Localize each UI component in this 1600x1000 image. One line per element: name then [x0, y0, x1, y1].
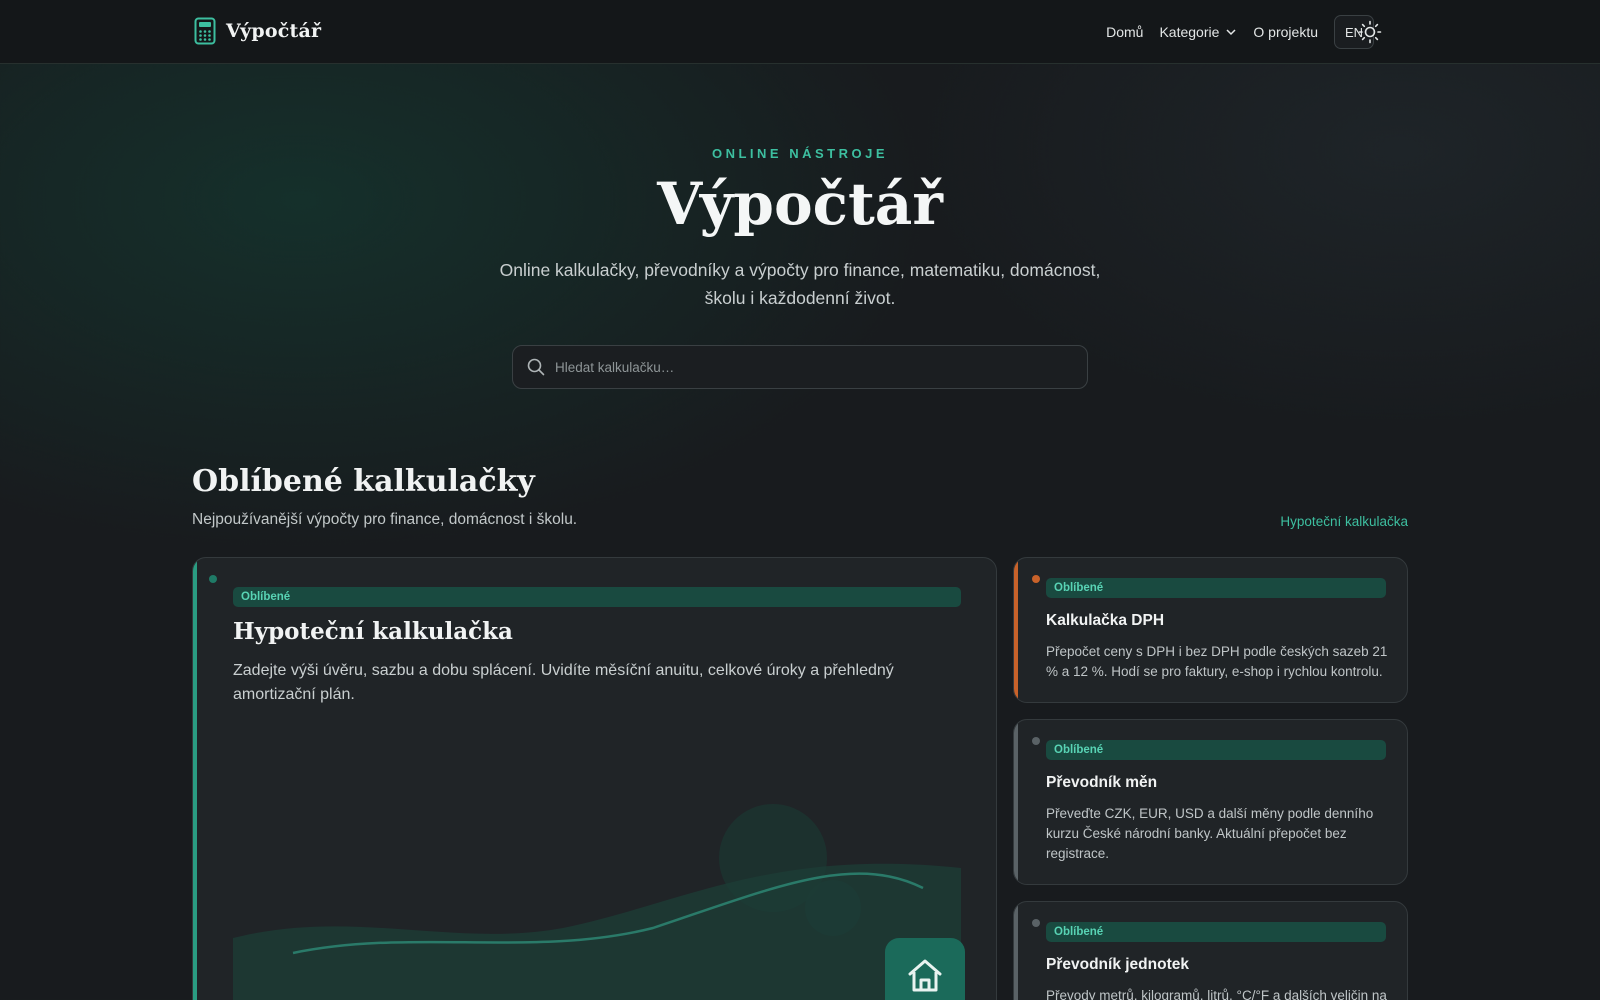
card-dot — [1032, 919, 1040, 927]
card-badge: Oblíbené — [1046, 922, 1386, 942]
nav-categories-dropdown[interactable]: Kategorie — [1159, 24, 1237, 40]
main-nav: Domů Kategorie O projektu EN — [1106, 15, 1374, 49]
card-accent-bar — [1014, 902, 1018, 1000]
card-description: Převody metrů, kilogramů, litrů, °C/°F a… — [1046, 988, 1387, 1000]
wave-illustration — [233, 804, 961, 1000]
card-title: Kalkulačka DPH — [1046, 612, 1165, 629]
card-dot — [1032, 737, 1040, 745]
card-accent-bar — [193, 558, 197, 1000]
house-icon — [908, 959, 942, 992]
card-accent-bar — [1014, 720, 1018, 884]
search-icon — [527, 358, 545, 376]
brand-name: Výpočtář — [226, 20, 322, 42]
card-badge: Oblíbené — [1046, 578, 1386, 598]
hero-title: Výpočtář — [657, 170, 943, 238]
card-dot — [209, 575, 217, 583]
nav-about-link[interactable]: O projektu — [1253, 24, 1318, 40]
featured-description: Zadejte výši úvěru, sazbu a dobu splácen… — [233, 662, 894, 703]
favorites-subtitle: Nejpoužívanější výpočty pro finance, dom… — [192, 511, 578, 528]
featured-title: Hypoteční kalkulačka — [233, 618, 513, 645]
search-input[interactable] — [555, 359, 1087, 375]
featured-badge: Oblíbené — [233, 587, 961, 607]
card-description: Převeďte CZK, EUR, USD a další měny podl… — [1046, 806, 1374, 861]
card-accent-bar — [1014, 558, 1018, 702]
card-description: Přepočet ceny s DPH i bez DPH podle česk… — [1046, 644, 1388, 679]
hero-subtitle: Online kalkulačky, převodníky a výpočty … — [499, 260, 1101, 308]
favorites-title: Oblíbené kalkulačky — [192, 464, 535, 499]
search-box — [512, 345, 1088, 389]
calculator-icon — [194, 17, 216, 45]
card-currency-converter[interactable]: Oblíbené Převodník měn Převeďte CZK, EUR… — [1013, 719, 1408, 885]
chevron-down-icon — [1226, 29, 1236, 36]
hero-eyebrow: ONLINE NÁSTROJE — [711, 146, 888, 161]
home-tile — [885, 938, 965, 1000]
brand-logo-link[interactable]: Výpočtář — [194, 17, 321, 45]
sun-icon[interactable] — [1358, 20, 1382, 44]
featured-card-mortgage[interactable]: Oblíbené Hypoteční kalkulačka Zadejte vý… — [192, 557, 997, 1000]
mortgage-calculator-link[interactable]: Hypoteční kalkulačka — [1280, 514, 1408, 529]
top-navigation-bar: Výpočtář Domů Kategorie O projektu EN — [0, 0, 1600, 64]
card-dot — [1032, 575, 1040, 583]
card-title: Převodník jednotek — [1046, 956, 1189, 973]
nav-categories-label: Kategorie — [1159, 24, 1220, 40]
card-vat-calculator[interactable]: Oblíbené Kalkulačka DPH Přepočet ceny s … — [1013, 557, 1408, 703]
card-title: Převodník měn — [1046, 774, 1158, 791]
nav-home-link[interactable]: Domů — [1106, 24, 1143, 40]
card-badge: Oblíbené — [1046, 740, 1386, 760]
card-unit-converter[interactable]: Oblíbené Převodník jednotek Převody metr… — [1013, 901, 1408, 1000]
